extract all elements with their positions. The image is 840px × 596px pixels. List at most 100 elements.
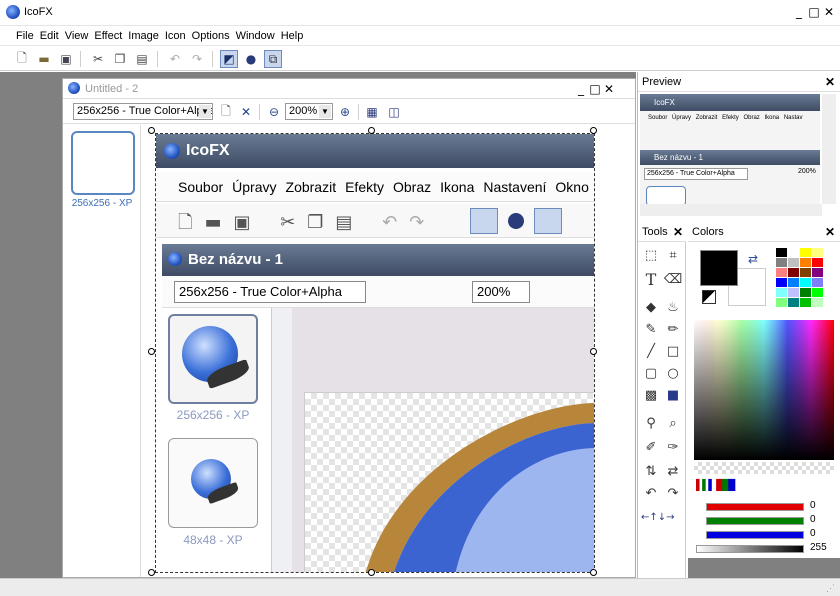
- resize-handle[interactable]: [148, 127, 155, 134]
- rotate-right-tool-icon[interactable]: ↷: [664, 484, 682, 502]
- resize-handle[interactable]: [590, 348, 597, 355]
- eraser-tool-icon[interactable]: ⌫: [664, 270, 682, 288]
- palette-swatch[interactable]: [812, 298, 823, 307]
- menu-options[interactable]: Options: [189, 27, 233, 42]
- palette-swatch[interactable]: [812, 268, 823, 277]
- palette-swatch[interactable]: [788, 268, 799, 277]
- palette-swatch[interactable]: [776, 258, 787, 267]
- delete-image-icon[interactable]: ✕: [237, 103, 255, 121]
- minimize-button[interactable]: _: [792, 5, 806, 19]
- sharpen-tool-icon[interactable]: ✑: [664, 438, 682, 456]
- image-thumbnail[interactable]: [71, 131, 135, 195]
- palette-swatch[interactable]: [776, 268, 787, 277]
- gradient-tool-icon[interactable]: ■: [664, 386, 682, 404]
- close-button[interactable]: ✕: [822, 5, 836, 19]
- resize-handle[interactable]: [368, 127, 375, 134]
- layers-icon[interactable]: ⧉: [264, 50, 282, 68]
- preview-close-button[interactable]: ✕: [825, 75, 835, 89]
- palette-swatch[interactable]: [788, 288, 799, 297]
- resize-grip-icon[interactable]: ⋰: [826, 583, 835, 594]
- format-select[interactable]: 256x256 - True Color+Alpha ▼: [73, 103, 213, 120]
- reset-colors-icon[interactable]: [702, 290, 716, 304]
- palette-swatch[interactable]: [800, 288, 811, 297]
- document-close-button[interactable]: ✕: [602, 82, 616, 96]
- palette-swatch[interactable]: [776, 298, 787, 307]
- palette-swatch[interactable]: [812, 278, 823, 287]
- palette-swatch[interactable]: [788, 298, 799, 307]
- channel-icons[interactable]: ▌▌▌ ███: [696, 480, 735, 491]
- save-icon[interactable]: ▣: [57, 50, 75, 68]
- copy-icon[interactable]: ❐: [111, 50, 129, 68]
- pencil-tool-icon[interactable]: ✎: [642, 320, 660, 338]
- new-icon[interactable]: 🗋: [13, 50, 31, 68]
- undo-icon[interactable]: ↶: [166, 50, 184, 68]
- palette-swatch[interactable]: [788, 278, 799, 287]
- menu-icon[interactable]: Icon: [162, 27, 189, 42]
- rotate-left-tool-icon[interactable]: ↶: [642, 484, 660, 502]
- rounded-rect-tool-icon[interactable]: ▢: [642, 364, 660, 382]
- swap-colors-icon[interactable]: ⇄: [748, 252, 758, 266]
- color-spectrum[interactable]: [694, 320, 834, 460]
- document-minimize-button[interactable]: _: [574, 82, 588, 96]
- primary-color-swatch[interactable]: [700, 250, 738, 286]
- rectangle-tool-icon[interactable]: □: [664, 342, 682, 360]
- palette-swatch[interactable]: [776, 278, 787, 287]
- editing-canvas[interactable]: IcoFX Soubor Úpravy Zobrazit Efekty Obraz Iko…: [155, 133, 595, 573]
- palette-swatch[interactable]: [812, 288, 823, 297]
- preview-horizontal-scrollbar[interactable]: [640, 204, 822, 216]
- line-tool-icon[interactable]: ╱: [642, 342, 660, 360]
- palette-swatch[interactable]: [800, 298, 811, 307]
- palette-swatch[interactable]: [776, 288, 787, 297]
- resize-handle[interactable]: [590, 127, 597, 134]
- flip-horizontal-tool-icon[interactable]: ⇄: [664, 462, 682, 480]
- palette-swatch[interactable]: [800, 258, 811, 267]
- menu-edit[interactable]: Edit: [37, 27, 62, 42]
- palette-swatch[interactable]: [812, 248, 823, 257]
- menu-window[interactable]: Window: [233, 27, 278, 42]
- text-tool-icon[interactable]: T: [642, 270, 660, 289]
- spray-tool-icon[interactable]: ♨: [664, 298, 682, 316]
- menu-help[interactable]: Help: [278, 27, 307, 42]
- brush-tool-icon[interactable]: ✏: [664, 320, 682, 338]
- alpha-slider[interactable]: [696, 545, 804, 553]
- resize-handle[interactable]: [590, 569, 597, 576]
- palette-swatch[interactable]: [788, 248, 799, 257]
- zoom-in-icon[interactable]: ⊕: [336, 103, 354, 121]
- resize-handle[interactable]: [148, 348, 155, 355]
- color-picker-tool-icon[interactable]: ⚲: [642, 414, 660, 432]
- zoom-tool-icon[interactable]: ⌕: [664, 414, 682, 432]
- menu-image[interactable]: Image: [125, 27, 162, 42]
- palette-swatch[interactable]: [776, 248, 787, 257]
- menu-file[interactable]: File: [13, 27, 37, 42]
- redo-icon[interactable]: ↷: [188, 50, 206, 68]
- grid-icon[interactable]: ▦: [363, 103, 381, 121]
- ellipse-tool-icon[interactable]: ○: [664, 364, 682, 382]
- menu-view[interactable]: View: [62, 27, 92, 42]
- tools-close-button[interactable]: ✕: [673, 225, 683, 239]
- palette-swatch[interactable]: [812, 258, 823, 267]
- open-icon[interactable]: ▬: [35, 50, 53, 68]
- zoom-out-icon[interactable]: ⊖: [265, 103, 283, 121]
- palette-swatch[interactable]: [800, 278, 811, 287]
- resize-handle[interactable]: [368, 569, 375, 576]
- menu-effect[interactable]: Effect: [91, 27, 125, 42]
- blue-slider[interactable]: [706, 531, 804, 539]
- add-image-icon[interactable]: 🗋: [217, 103, 235, 121]
- cut-icon[interactable]: ✂: [89, 50, 107, 68]
- red-slider[interactable]: [706, 503, 804, 511]
- flip-vertical-tool-icon[interactable]: ⇅: [642, 462, 660, 480]
- maximize-button[interactable]: □: [807, 5, 821, 19]
- preview-vertical-scrollbar[interactable]: [822, 94, 836, 204]
- palette-swatch[interactable]: [800, 268, 811, 277]
- select-rect-tool-icon[interactable]: ⬚: [642, 246, 660, 264]
- pattern-tool-icon[interactable]: ▩: [642, 386, 660, 404]
- move-arrows-icon[interactable]: ←↑↓→: [641, 512, 675, 523]
- properties-icon[interactable]: ◫: [385, 103, 403, 121]
- green-slider[interactable]: [706, 517, 804, 525]
- paste-icon[interactable]: ▤: [133, 50, 151, 68]
- sphere-icon[interactable]: ●: [242, 50, 260, 68]
- blur-tool-icon[interactable]: ✐: [642, 438, 660, 456]
- colors-close-button[interactable]: ✕: [825, 225, 835, 239]
- crop-tool-icon[interactable]: ⌗: [664, 246, 682, 264]
- palette-swatch[interactable]: [788, 258, 799, 267]
